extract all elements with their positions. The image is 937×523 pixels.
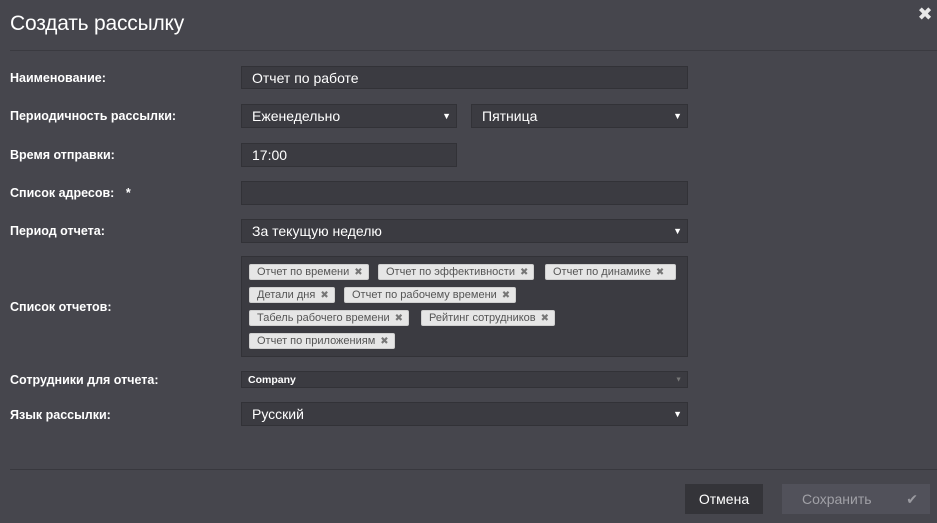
report-tag-label: Отчет по приложениям [257,335,376,347]
employees-label: Сотрудники для отчета: [10,373,159,387]
report-tag-label: Отчет по эффективности [386,266,515,278]
frequency-select[interactable]: Еженедельно [241,104,457,128]
remove-tag-icon[interactable]: ✖ [520,267,528,278]
name-label: Наименование: [10,71,106,85]
remove-tag-icon[interactable]: ✖ [502,290,510,301]
language-select[interactable]: Русский [241,402,688,426]
report-tag: Отчет по времени ✖ [249,264,369,280]
report-tag: Отчет по приложениям ✖ [249,333,395,349]
report-tag: Отчет по эффективности ✖ [378,264,535,280]
send-time-label: Время отправки: [10,148,115,162]
addresses-label: Список адресов: * [10,186,131,200]
close-icon[interactable]: ✖ [917,5,933,23]
create-mailing-dialog: Создать рассылку ✖ Наименование: Отчет п… [0,0,937,523]
remove-tag-icon[interactable]: ✖ [380,336,388,347]
report-tag-label: Отчет по рабочему времени [352,289,497,301]
weekday-select[interactable]: Пятница [471,104,688,128]
report-tag-label: Отчет по динамике [553,266,651,278]
periodicity-label: Периодичность рассылки: [10,109,177,123]
remove-tag-icon[interactable]: ✖ [656,267,664,278]
save-button-label: Сохранить [802,491,872,507]
report-tag: Рейтинг сотрудников ✖ [421,310,556,326]
dialog-title: Создать рассылку [10,12,185,35]
addresses-input[interactable] [241,181,688,205]
report-tag: Отчет по динамике ✖ [545,264,676,280]
report-tag: Детали дня ✖ [249,287,335,303]
report-tag: Табель рабочего времени ✖ [249,310,410,326]
remove-tag-icon[interactable]: ✖ [541,313,549,324]
reports-tag-input[interactable]: Отчет по времени ✖ Отчет по эффективности… [241,256,688,357]
report-period-label: Период отчета: [10,224,105,238]
reports-label: Список отчетов: [10,300,112,314]
report-tag-label: Детали дня [257,289,316,301]
save-button[interactable]: Сохранить ✔ [782,484,930,514]
name-input[interactable]: Отчет по работе [241,66,688,89]
cancel-button[interactable]: Отмена [685,484,763,514]
report-tag-label: Рейтинг сотрудников [429,312,536,324]
language-label: Язык рассылки: [10,408,111,422]
footer-divider [10,469,937,470]
header-divider [10,50,937,51]
remove-tag-icon[interactable]: ✖ [354,267,362,278]
required-mark: * [125,186,131,200]
addresses-label-text: Список адресов: [10,186,115,200]
check-icon: ✔ [906,490,918,507]
send-time-input[interactable]: 17:00 [241,143,457,167]
report-tag-label: Отчет по времени [257,266,350,278]
report-tag: Отчет по рабочему времени ✖ [344,287,517,303]
report-period-select[interactable]: За текущую неделю [241,219,688,243]
remove-tag-icon[interactable]: ✖ [320,290,328,301]
report-tag-label: Табель рабочего времени [257,312,390,324]
remove-tag-icon[interactable]: ✖ [395,313,403,324]
employees-select[interactable]: Company [241,371,688,388]
